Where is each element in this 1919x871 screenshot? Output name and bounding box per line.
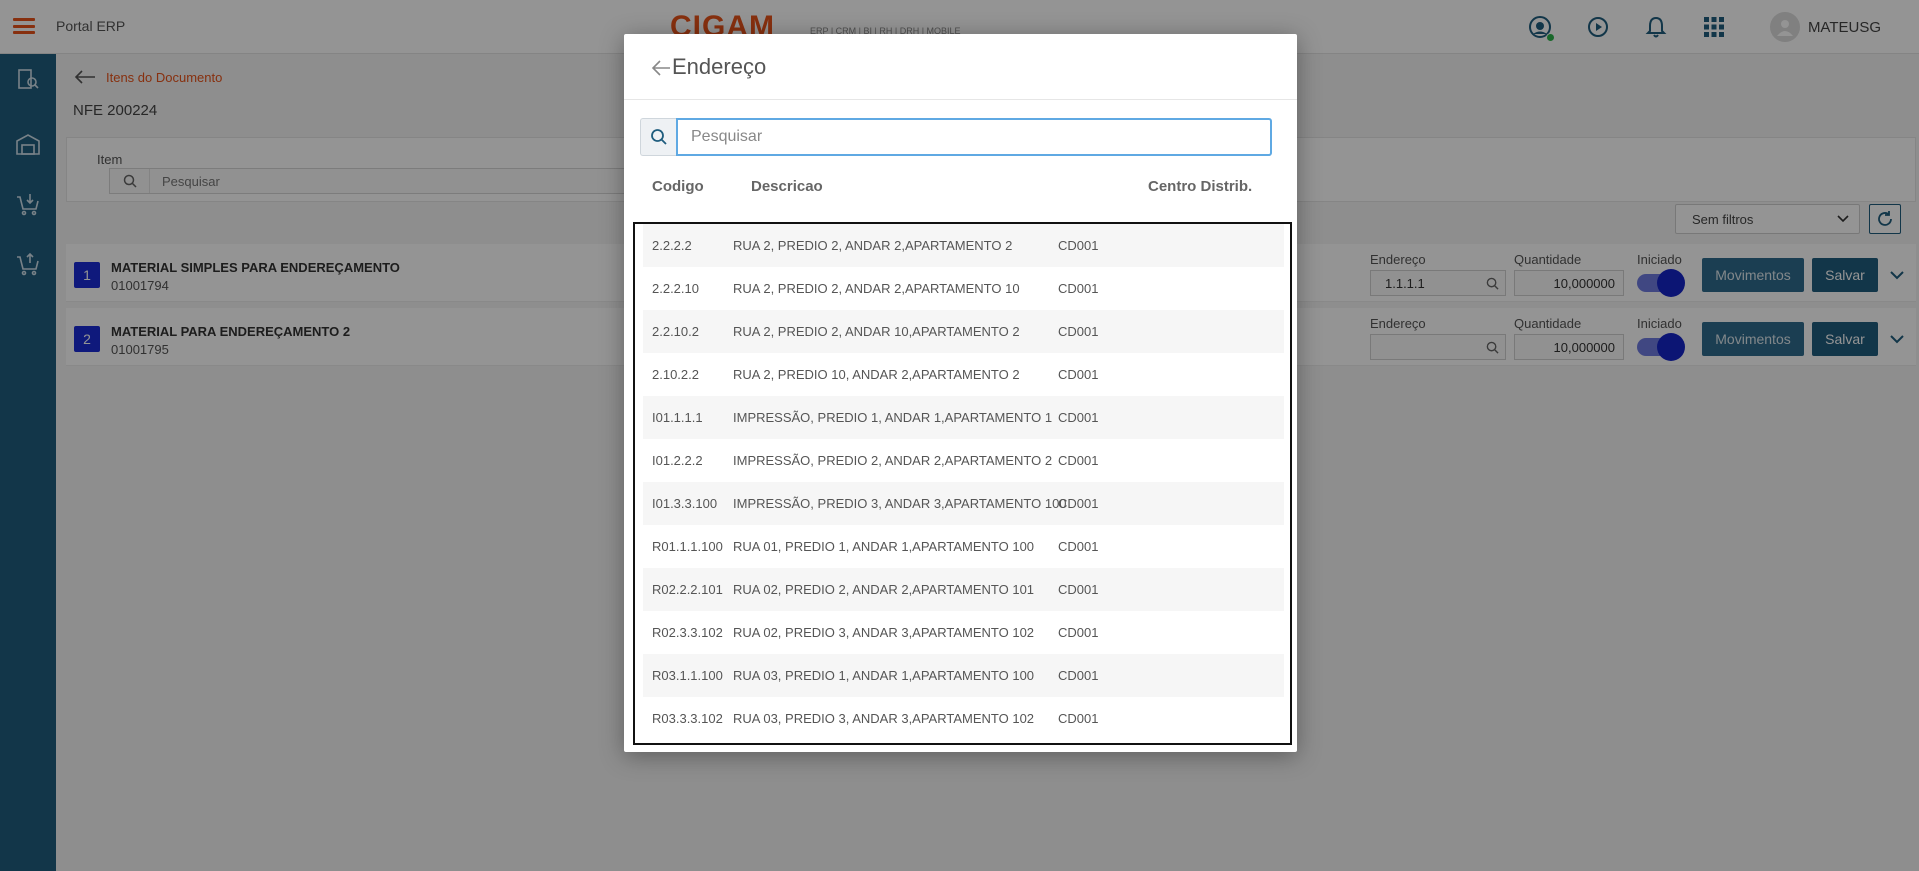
cell-codigo: 2.10.2.2: [652, 367, 699, 382]
cell-descricao: IMPRESSÃO, PREDIO 1, ANDAR 1,APARTAMENTO…: [733, 410, 1053, 425]
cell-descricao: RUA 2, PREDIO 2, ANDAR 2,APARTAMENTO 10: [733, 281, 1020, 296]
cell-centro: CD001: [1058, 711, 1099, 726]
cell-centro: CD001: [1058, 539, 1099, 554]
cell-centro: CD001: [1058, 625, 1099, 640]
cell-descricao: RUA 2, PREDIO 10, ANDAR 2,APARTAMENTO 2: [733, 367, 1020, 382]
cell-descricao: RUA 02, PREDIO 2, ANDAR 2,APARTAMENTO 10…: [733, 582, 1035, 597]
table-row[interactable]: 2.2.10.2 RUA 2, PREDIO 2, ANDAR 10,APARTA…: [643, 310, 1284, 353]
endereco-dialog: Endereço Codigo Descricao Centro Distrib…: [624, 34, 1297, 752]
results-table: 2.2.2.2 RUA 2, PREDIO 2, ANDAR 2,APARTAME…: [633, 222, 1292, 745]
cell-descricao: RUA 01, PREDIO 1, ANDAR 1,APARTAMENTO 10…: [733, 539, 1035, 554]
cell-codigo: I01.3.3.100: [652, 496, 718, 511]
cell-descricao: RUA 2, PREDIO 2, ANDAR 10,APARTAMENTO 2: [733, 324, 1020, 339]
column-header-descricao: Descricao: [751, 178, 823, 195]
table-row[interactable]: R02.2.2.101 RUA 02, PREDIO 2, ANDAR 2,APA…: [643, 568, 1284, 611]
cell-descricao: IMPRESSÃO, PREDIO 3, ANDAR 3,APARTAMENTO…: [733, 496, 1067, 511]
table-row[interactable]: R03.1.1.100 RUA 03, PREDIO 1, ANDAR 1,APA…: [643, 654, 1284, 697]
cell-centro: CD001: [1058, 367, 1099, 382]
table-row[interactable]: 2.10.2.2 RUA 2, PREDIO 10, ANDAR 2,APARTA…: [643, 353, 1284, 396]
dialog-title: Endereço: [672, 54, 767, 79]
cell-descricao: RUA 2, PREDIO 2, ANDAR 2,APARTAMENTO 2: [733, 238, 1013, 253]
cell-centro: CD001: [1058, 496, 1099, 511]
table-row[interactable]: R02.3.3.102 RUA 02, PREDIO 3, ANDAR 3,APA…: [643, 611, 1284, 654]
table-row[interactable]: R01.1.1.100 RUA 01, PREDIO 1, ANDAR 1,APA…: [643, 525, 1284, 568]
cell-descricao: RUA 03, PREDIO 3, ANDAR 3,APARTAMENTO 10…: [733, 711, 1035, 726]
table-row[interactable]: R03.3.3.102 RUA 03, PREDIO 3, ANDAR 3,APA…: [643, 697, 1284, 740]
table-row[interactable]: 2.2.2.10 RUA 2, PREDIO 2, ANDAR 2,APARTAM…: [643, 267, 1284, 310]
table-header: Codigo Descricao Centro Distrib.: [624, 178, 1297, 208]
table-row[interactable]: I01.2.2.2 IMPRESSÃO, PREDIO 2, ANDAR 2,AP…: [643, 439, 1284, 482]
search-icon: [650, 129, 667, 145]
cell-descricao: RUA 03, PREDIO 1, ANDAR 1,APARTAMENTO 10…: [733, 668, 1035, 683]
cell-centro: CD001: [1058, 582, 1099, 597]
cell-centro: CD001: [1058, 281, 1099, 296]
cell-codigo: 2.2.2.10: [652, 281, 699, 296]
table-row[interactable]: I01.1.1.1 IMPRESSÃO, PREDIO 1, ANDAR 1,AP…: [643, 396, 1284, 439]
cell-codigo: I01.1.1.1: [652, 410, 703, 425]
cell-descricao: IMPRESSÃO, PREDIO 2, ANDAR 2,APARTAMENTO…: [733, 453, 1053, 468]
cell-codigo: I01.2.2.2: [652, 453, 703, 468]
cell-centro: CD001: [1058, 668, 1099, 683]
cell-codigo: 2.2.2.2: [652, 238, 692, 253]
cell-descricao: RUA 02, PREDIO 3, ANDAR 3,APARTAMENTO 10…: [733, 625, 1035, 640]
column-header-centro: Centro Distrib.: [1148, 178, 1253, 195]
search-input[interactable]: [676, 118, 1272, 156]
cell-codigo: 2.2.10.2: [652, 324, 699, 339]
cell-codigo: R02.3.3.102: [652, 625, 723, 640]
cell-centro: CD001: [1058, 324, 1099, 339]
search-button[interactable]: [640, 118, 676, 156]
cell-codigo: R01.1.1.100: [652, 539, 723, 554]
cell-centro: CD001: [1058, 238, 1099, 253]
dialog-header: Endereço: [624, 34, 1297, 100]
back-arrow-icon[interactable]: [651, 55, 671, 81]
cell-codigo: R03.1.1.100: [652, 668, 723, 683]
cell-codigo: R03.3.3.102: [652, 711, 723, 726]
column-header-codigo: Codigo: [652, 178, 704, 195]
table-row[interactable]: 2.2.2.2 RUA 2, PREDIO 2, ANDAR 2,APARTAME…: [643, 224, 1284, 267]
cell-centro: CD001: [1058, 410, 1099, 425]
search-bar: [640, 118, 1272, 156]
cell-centro: CD001: [1058, 453, 1099, 468]
cell-codigo: R02.2.2.101: [652, 582, 723, 597]
table-row[interactable]: I01.3.3.100 IMPRESSÃO, PREDIO 3, ANDAR 3,…: [643, 482, 1284, 525]
